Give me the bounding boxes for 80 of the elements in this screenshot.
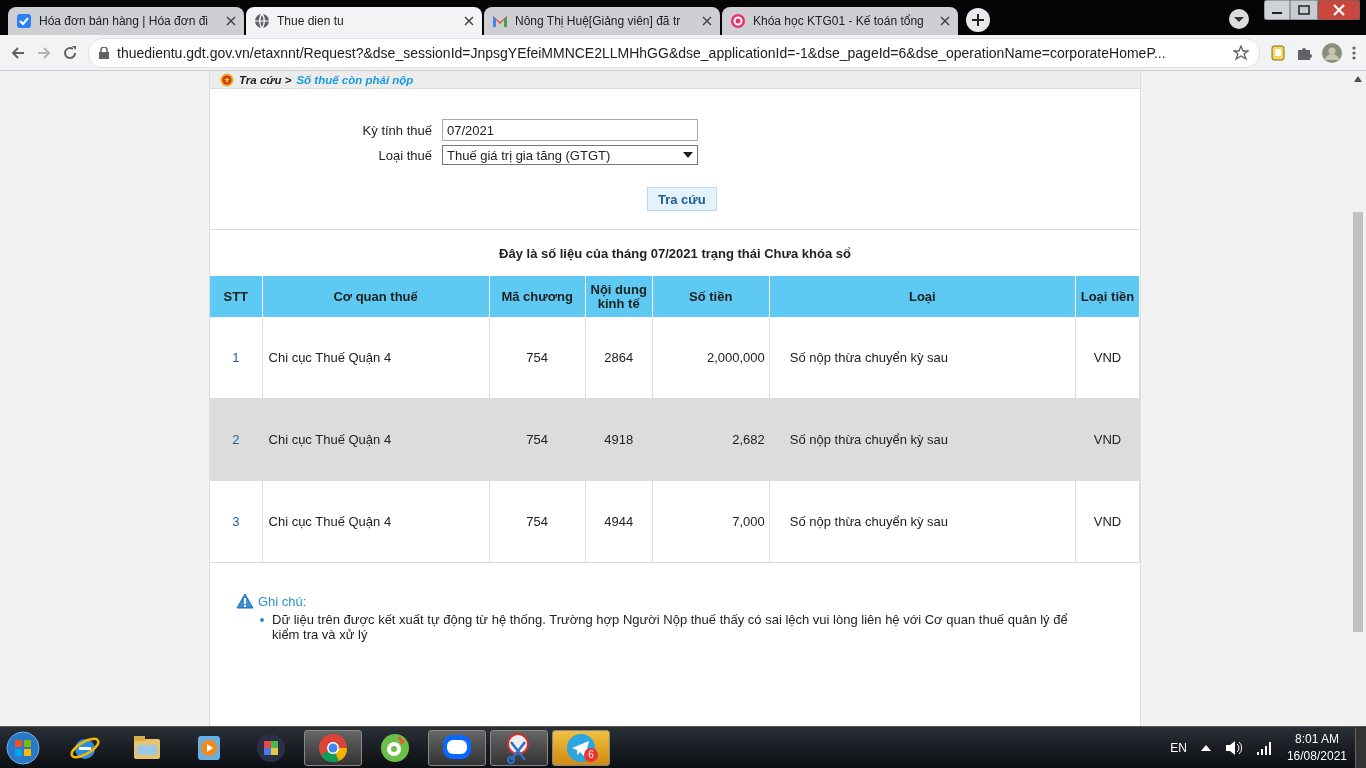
field-label: Loại thuế bbox=[377, 147, 432, 163]
table-cell: Chi cục Thuế Quận 4 bbox=[262, 480, 490, 563]
taskbar-button[interactable] bbox=[490, 729, 548, 766]
browser-tab[interactable]: Thue dien tu bbox=[246, 7, 482, 35]
caret-up-icon[interactable] bbox=[1200, 744, 1211, 751]
field-label: Kỳ tính thuế bbox=[361, 122, 432, 138]
table-cell: Số nộp thừa chuyển kỳ sau bbox=[769, 480, 1076, 563]
reload-icon[interactable] bbox=[62, 44, 78, 61]
table-cell: Số nộp thừa chuyển kỳ sau bbox=[769, 317, 1076, 399]
lock-icon bbox=[99, 46, 109, 59]
scrollbar-thumb[interactable] bbox=[1353, 212, 1363, 632]
table-cell: 754 bbox=[489, 480, 586, 563]
notepad-icon[interactable] bbox=[1270, 44, 1286, 61]
back-icon[interactable] bbox=[10, 44, 26, 61]
table-cell: Số nộp thừa chuyển kỳ sau bbox=[769, 398, 1076, 481]
start-orb-icon[interactable] bbox=[6, 730, 40, 765]
table-cell: 754 bbox=[489, 317, 586, 399]
table-cell: 1 bbox=[210, 317, 262, 399]
table-cell: 7,000 bbox=[652, 480, 770, 563]
document-icon bbox=[16, 13, 32, 29]
browser-tab[interactable]: Khóa học KTG01 - Kế toán tổng bbox=[722, 7, 958, 35]
note-text: Dữ liệu trên được kết xuất tự động từ hệ thống. Trường hợp Người Nộp thuế thấy có sai lệch vui lòng liên hệ với Cơ quan thuế quản lý để kiểm tra và xử lý bbox=[272, 612, 1069, 642]
menu-icon[interactable] bbox=[1352, 44, 1356, 61]
column-header: Nội dung kinh tế bbox=[585, 276, 653, 317]
circle-logo-icon bbox=[730, 13, 746, 29]
profile-menu-icon[interactable] bbox=[1228, 8, 1250, 30]
table-cell: 2 bbox=[210, 398, 262, 481]
clock-time: 8:01 AM bbox=[1294, 730, 1339, 748]
table-cell: 2,000,000 bbox=[652, 317, 770, 399]
avatar-icon[interactable] bbox=[1322, 42, 1342, 63]
breadcrumb-text: Tra cứu > bbox=[239, 73, 292, 86]
speaker-icon[interactable] bbox=[1224, 739, 1243, 756]
plus-icon bbox=[972, 14, 984, 26]
leaf-circle-icon bbox=[379, 731, 411, 764]
table-cell: VND bbox=[1075, 317, 1140, 399]
warning-icon bbox=[236, 593, 254, 609]
close-icon[interactable] bbox=[464, 16, 474, 26]
table-cell: VND bbox=[1075, 398, 1140, 481]
column-header: STT bbox=[210, 276, 262, 317]
bullet-icon bbox=[260, 618, 264, 622]
tax-type-dropdown[interactable]: Thuế giá trị gia tăng (GTGT) bbox=[442, 145, 698, 165]
emblem-icon bbox=[220, 72, 234, 87]
table-cell: 4944 bbox=[585, 480, 653, 563]
taskbar-button[interactable] bbox=[304, 729, 362, 766]
window-controls-icon[interactable] bbox=[1264, 0, 1360, 20]
close-icon[interactable] bbox=[226, 16, 236, 26]
search-button[interactable]: Tra cứu bbox=[647, 187, 717, 211]
scroll-up-icon[interactable] bbox=[1354, 76, 1362, 82]
table-cell: 754 bbox=[489, 398, 586, 481]
period-input[interactable]: 07/2021 bbox=[442, 119, 698, 141]
table-cell: Chi cục Thuế Quận 4 bbox=[262, 317, 490, 399]
signal-bars-icon[interactable] bbox=[1256, 740, 1273, 755]
clock-date: 16/08/2021 bbox=[1286, 747, 1347, 765]
star-icon[interactable] bbox=[1233, 44, 1249, 61]
table-cell: 3 bbox=[210, 480, 262, 563]
browser-tab[interactable]: Hóa đơn bán hàng | Hóa đơn đi bbox=[8, 7, 244, 35]
table-caption: Đây là số liệu của tháng 07/2021 trạng thái Chưa khóa sổ bbox=[498, 244, 852, 263]
column-header: Số tiền bbox=[652, 276, 770, 317]
browser-tab[interactable]: Nông Thị Huệ[Giảng viên] đã tr bbox=[484, 7, 720, 35]
table-cell: VND bbox=[1075, 480, 1140, 563]
table-cell: 2864 bbox=[585, 317, 653, 399]
new-tab-button[interactable] bbox=[966, 8, 990, 32]
column-header: Cơ quan thuế bbox=[262, 276, 490, 317]
note-title: Ghi chú: bbox=[258, 593, 307, 609]
column-header: Mã chương bbox=[489, 276, 586, 317]
table-cell: Chi cục Thuế Quận 4 bbox=[262, 398, 490, 481]
chrome-icon bbox=[317, 731, 349, 764]
taskbar-button[interactable]: 6 bbox=[552, 729, 610, 766]
globe-icon bbox=[254, 13, 270, 29]
address-bar[interactable]: thuedientu.gdt.gov.vn/etaxnnt/Request?&dse_sessionId=JnpsgYEfeiMMNCE2LLMHhGG&dse_applicationId=-1&dse_pageId=6&dse_operationName=corporateHomeP... bbox=[88, 37, 1260, 68]
column-header: Loại bbox=[769, 276, 1076, 317]
mail-icon bbox=[492, 13, 508, 29]
close-icon[interactable] bbox=[702, 16, 712, 26]
close-icon[interactable] bbox=[940, 16, 950, 26]
taskbar-button[interactable] bbox=[428, 729, 486, 766]
language-indicator[interactable]: EN bbox=[1170, 740, 1187, 755]
table-cell: 2,682 bbox=[652, 398, 770, 481]
table-cell: 4918 bbox=[585, 398, 653, 481]
column-header: Loại tiền bbox=[1075, 276, 1140, 317]
dropdown-arrow-icon bbox=[683, 152, 693, 158]
